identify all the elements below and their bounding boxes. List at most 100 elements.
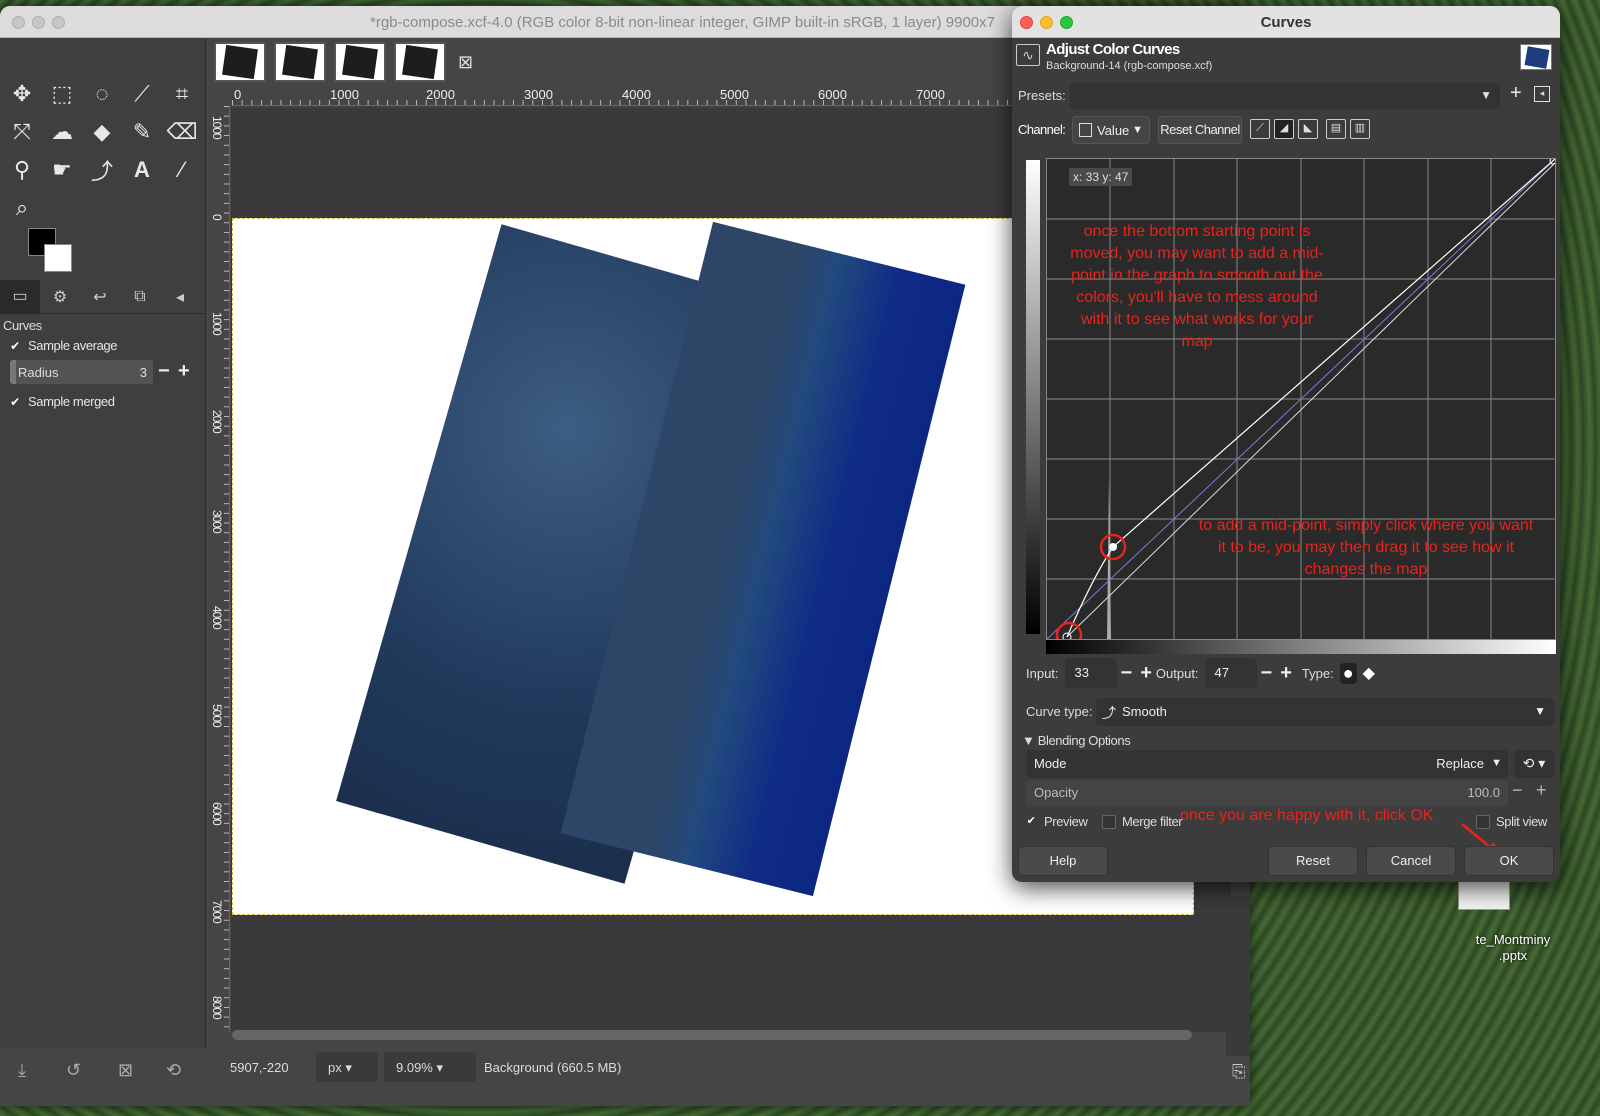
add-preset-icon[interactable]: + — [1510, 82, 1522, 105]
desktop-file-label[interactable]: te_Montminy .pptx — [1458, 932, 1568, 964]
smooth-point-icon[interactable]: ● — [1339, 662, 1357, 684]
fuzzy-select-tool-icon[interactable]: ⟋ — [124, 76, 160, 112]
input-increase-button[interactable]: + — [1140, 662, 1152, 685]
log-histogram-icon[interactable]: ◢ — [1274, 119, 1294, 139]
output-decrease-button[interactable]: − — [1261, 662, 1273, 685]
output-field[interactable]: 47 — [1204, 658, 1257, 688]
tool-grid: ✥ ⬚ ◌ ⟋ ⌗ ⤧ ☁ ◆ ✎ ⌫ ⚲ ☛ ⤴ A ⁄ ⌕ — [4, 76, 204, 226]
image-tab-thumbnail[interactable] — [214, 42, 266, 82]
minimize-window-button[interactable] — [32, 16, 45, 29]
reset-icon[interactable]: ⟲ — [166, 1060, 181, 1081]
reset-button[interactable]: Reset — [1268, 846, 1358, 876]
color-picker-tool-icon[interactable]: ⁄ — [164, 152, 200, 188]
image-tab-thumbnail[interactable] — [334, 42, 386, 82]
presets-select[interactable]: ▼ — [1070, 83, 1500, 109]
transform-tool-icon[interactable]: ⤧ — [4, 114, 40, 150]
mode-value: Replace — [1436, 756, 1484, 771]
gimp-window-title: *rgb-compose.xcf-4.0 (RGB color 8-bit no… — [370, 14, 995, 31]
opacity-increase-button[interactable]: + — [1536, 780, 1547, 801]
new-layer-icon[interactable]: ⎘ — [1232, 1062, 1246, 1082]
warp-tool-icon[interactable]: ☁ — [44, 114, 80, 150]
undo-icon[interactable]: ↺ — [66, 1060, 81, 1081]
opacity-decrease-button[interactable]: − — [1512, 780, 1523, 801]
unit-select[interactable]: px ▾ — [316, 1052, 378, 1082]
image-tab-thumbnail[interactable] — [394, 42, 446, 82]
sample-merged-option[interactable]: ✔ Sample merged — [8, 394, 115, 409]
text-tool-icon[interactable]: A — [124, 152, 160, 188]
input-decrease-button[interactable]: − — [1121, 662, 1133, 685]
type-label: Type: — [1301, 665, 1334, 681]
output-increase-button[interactable]: + — [1280, 662, 1292, 685]
composite-mode-button[interactable]: ⟲ ▾ — [1514, 750, 1554, 778]
tool-options-tab-icon[interactable]: ▭ — [0, 279, 40, 314]
smudge-tool-icon[interactable]: ☛ — [44, 152, 80, 188]
checkmark-icon[interactable]: ✔ — [8, 395, 22, 409]
corner-point-icon[interactable]: ◆ — [1363, 663, 1375, 683]
ok-button[interactable]: OK — [1464, 846, 1554, 876]
cancel-button[interactable]: Cancel — [1366, 846, 1456, 876]
clone-tool-icon[interactable]: ⚲ — [4, 152, 40, 188]
unit-value: px — [328, 1060, 342, 1075]
curve-graph[interactable]: x: 33 y: 47 once the bottom starting poi… — [1046, 158, 1556, 640]
eraser-tool-icon[interactable]: ⌫ — [164, 114, 200, 150]
device-status-tab-icon[interactable]: ⚙ — [40, 287, 80, 307]
channel-select[interactable]: Value ▼ — [1072, 116, 1150, 144]
curve-view-alt-icon[interactable]: ▥ — [1350, 119, 1370, 139]
chevron-down-icon: ▾ — [345, 1060, 352, 1075]
bucket-fill-tool-icon[interactable]: ◆ — [84, 114, 120, 150]
delete-icon[interactable]: ⊠ — [118, 1060, 133, 1081]
linear-histogram-icon[interactable]: ⟋ — [1250, 119, 1270, 139]
close-window-button[interactable] — [12, 16, 25, 29]
move-tool-icon[interactable]: ✥ — [4, 76, 40, 112]
merge-filter-checkbox[interactable]: Merge filter — [1102, 814, 1183, 829]
status-bar: 5907,-220 px ▾ 9.09% ▾ Background (660.5… — [0, 1048, 1250, 1106]
checkmark-icon[interactable]: ✔ — [1024, 815, 1038, 829]
dialog-header-title: Adjust Color Curves — [1046, 41, 1180, 58]
horizontal-scrollbar[interactable] — [232, 1030, 1192, 1040]
background-color-swatch[interactable] — [44, 244, 72, 272]
images-tab-icon[interactable]: ⧉ — [120, 288, 160, 306]
opacity-field[interactable]: Opacity 100.0 — [1026, 780, 1508, 806]
save-icon[interactable]: ⤓ — [18, 1060, 26, 1081]
zoom-select[interactable]: 9.09% ▾ — [384, 1052, 476, 1082]
image-tab-thumbnail[interactable] — [274, 42, 326, 82]
histogram-mode-icon[interactable]: ◣ — [1298, 119, 1318, 139]
curve-point-mid[interactable] — [1109, 543, 1117, 551]
rect-select-tool-icon[interactable]: ⬚ — [44, 76, 80, 112]
mode-select[interactable]: Mode Replace ▼ — [1026, 750, 1508, 778]
help-button[interactable]: Help — [1018, 846, 1108, 876]
curves-titlebar: Curves — [1012, 6, 1560, 38]
preview-checkbox[interactable]: ✔ Preview — [1024, 814, 1088, 829]
paintbrush-tool-icon[interactable]: ✎ — [124, 114, 160, 150]
presets-menu-icon[interactable]: ◂ — [1534, 86, 1550, 102]
ruler-label: 0 — [210, 214, 224, 220]
desktop-file-thumbnail[interactable] — [1458, 880, 1510, 910]
sample-average-option[interactable]: ✔ Sample average — [8, 338, 117, 353]
checkbox-box[interactable] — [1102, 814, 1116, 829]
dock-menu-icon[interactable]: ◂ — [160, 287, 200, 307]
zoom-value: 9.09% — [396, 1060, 433, 1075]
fg-bg-colors[interactable] — [26, 226, 76, 276]
ruler-label: 6000 — [818, 87, 847, 102]
lasso-tool-icon[interactable]: ◌ — [84, 76, 120, 112]
chevron-down-icon: ▼ — [1534, 704, 1546, 718]
undo-history-tab-icon[interactable]: ↩ — [80, 287, 120, 307]
radius-decrease-button[interactable]: − — [158, 360, 170, 383]
zoom-tool-icon[interactable]: ⌕ — [4, 190, 40, 226]
input-field[interactable]: 33 — [1064, 658, 1117, 688]
pointer-coordinates: 5907,-220 — [230, 1060, 289, 1075]
radius-increase-button[interactable]: + — [178, 360, 190, 383]
curve-view-icon[interactable]: ▤ — [1326, 119, 1346, 139]
close-tab-icon[interactable]: ⊠ — [458, 52, 473, 73]
expander-triangle-icon: ▼ — [1022, 733, 1035, 748]
radius-field[interactable]: Radius 3 — [10, 360, 153, 384]
curve-type-select[interactable]: ⤴ Smooth ▼ — [1096, 698, 1554, 726]
ruler-label: 7000 — [210, 900, 224, 923]
zoom-window-button[interactable] — [52, 16, 65, 29]
chevron-down-icon: ▼ — [1491, 757, 1502, 769]
crop-tool-icon[interactable]: ⌗ — [164, 76, 200, 112]
reset-channel-button[interactable]: Reset Channel — [1158, 116, 1242, 144]
checkmark-icon[interactable]: ✔ — [8, 339, 22, 353]
paths-tool-icon[interactable]: ⤴ — [84, 152, 120, 188]
blending-options-expander[interactable]: ▼ Blending Options — [1022, 733, 1131, 748]
